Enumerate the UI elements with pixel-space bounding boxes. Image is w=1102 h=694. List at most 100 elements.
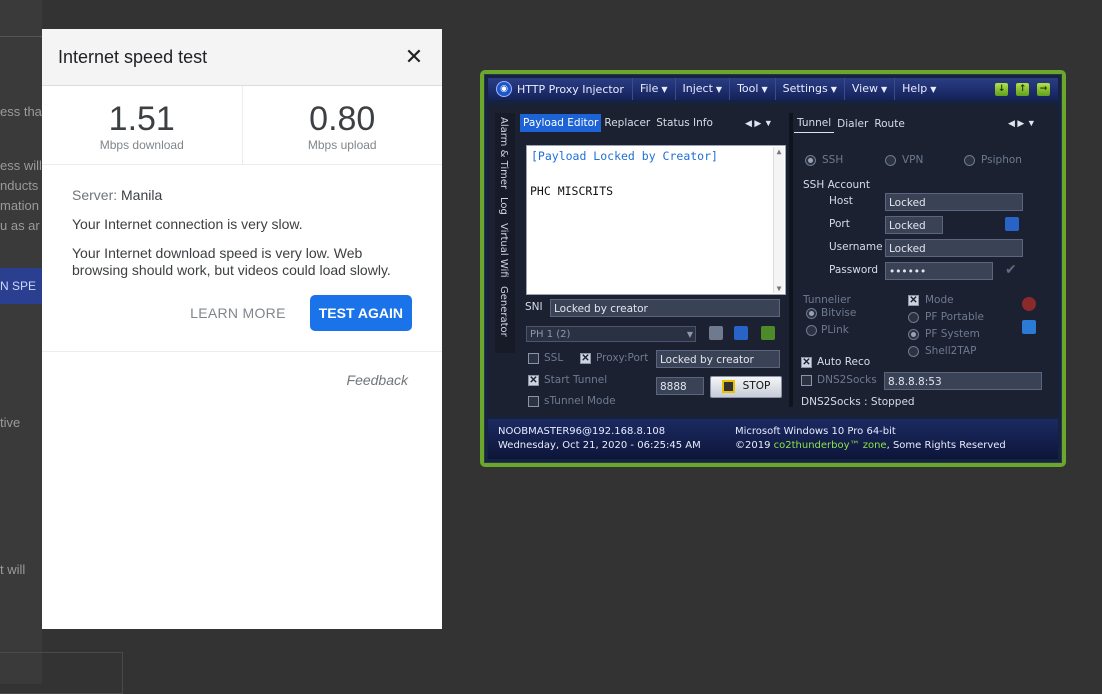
background-text: tive <box>0 415 21 430</box>
pf-portable-label: PF Portable <box>925 311 985 323</box>
menu-tool[interactable]: Tool ▼ <box>729 78 775 100</box>
stop-button[interactable]: STOP <box>710 376 782 398</box>
stop-button-label: STOP <box>742 380 771 392</box>
check-icon[interactable]: ✔ <box>1005 262 1017 278</box>
payload-scrollbar[interactable]: ▲ ▼ <box>773 147 784 293</box>
port-input[interactable]: 8888 <box>656 377 704 395</box>
menu-settings[interactable]: Settings ▼ <box>774 78 844 100</box>
username-label: Username <box>829 241 883 253</box>
payload-editor[interactable]: [Payload Locked by Creator] PHC MISCRITS… <box>526 145 786 295</box>
window-title: HTTP Proxy Injector <box>517 82 624 96</box>
menu-label: Help <box>902 82 928 95</box>
vpn-label: VPN <box>902 154 924 166</box>
background-button[interactable]: N SPE <box>0 268 42 304</box>
tab-log[interactable]: Log <box>495 193 512 219</box>
sni-label: SNI <box>525 301 543 313</box>
menu-help[interactable]: Help ▼ <box>894 78 943 100</box>
proxy-port-label: Proxy:Port <box>596 352 649 364</box>
tab-payload-editor[interactable]: Payload Editor <box>520 114 602 132</box>
caret-down-icon: ▼ <box>881 85 888 94</box>
port-label: Port <box>829 218 850 230</box>
proxy-injector-inner: ◉ HTTP Proxy Injector File ▼ Inject ▼ Tool… <box>484 74 1062 463</box>
record-icon[interactable] <box>1022 297 1036 311</box>
pf-system-radio[interactable] <box>908 329 919 340</box>
ssh-account-label: SSH Account <box>803 179 870 191</box>
speed-test-dialog: Internet speed test ✕ 1.51 Mbps download… <box>42 29 442 629</box>
learn-more-button[interactable]: LEARN MORE <box>190 305 286 321</box>
vpn-radio[interactable] <box>885 155 896 166</box>
trash-icon[interactable] <box>761 326 775 340</box>
left-tab-strip: Payload Editor Replacer Status Info <box>520 114 716 132</box>
dns2socks-checkbox[interactable] <box>801 375 812 386</box>
background-text: ess will <box>0 158 42 173</box>
password-input[interactable]: •••••• <box>885 262 993 280</box>
username-input[interactable]: Locked <box>885 239 1023 257</box>
speed-message-2: Your Internet download speed is very low… <box>72 245 391 278</box>
bitvise-radio[interactable] <box>806 308 817 319</box>
save-icon[interactable] <box>734 326 748 340</box>
refresh-icon[interactable] <box>1022 320 1036 334</box>
menu-inject[interactable]: Inject ▼ <box>674 78 730 100</box>
download-value: 1.51 <box>108 100 175 138</box>
speed-message-1: Your Internet connection is very slow. <box>72 216 303 232</box>
stunnel-checkbox[interactable] <box>528 396 539 407</box>
auto-reco-checkbox[interactable]: ✕ <box>801 357 812 368</box>
profile-select-value: PH 1 (2) <box>530 329 571 340</box>
tab-tunnel[interactable]: Tunnel <box>794 114 835 133</box>
tab-generator[interactable]: Generator <box>495 282 512 341</box>
upload-unit: Mbps upload <box>307 138 377 152</box>
panel-divider <box>789 113 793 407</box>
close-icon[interactable]: ✕ <box>402 46 426 68</box>
auto-reco-label: Auto Reco <box>817 356 871 368</box>
forward-icon[interactable]: → <box>1037 82 1050 96</box>
dns2socks-label: DNS2Socks <box>817 374 877 386</box>
tab-dialer[interactable]: Dialer <box>834 115 871 133</box>
footer-datetime: Wednesday, Oct 21, 2020 - 06:25:45 AM <box>498 440 701 451</box>
plink-radio[interactable] <box>806 325 817 336</box>
tab-replacer[interactable]: Replacer <box>601 114 653 132</box>
sim-card-icon[interactable] <box>709 326 723 340</box>
test-again-button[interactable]: TEST AGAIN <box>309 295 412 331</box>
proxy-port-checkbox[interactable]: ✕ <box>580 353 591 364</box>
ssh-radio[interactable] <box>805 155 816 166</box>
ssl-checkbox[interactable] <box>528 353 539 364</box>
mode-label: Mode <box>925 294 954 306</box>
footer-user: NOOBMASTER96@192.168.8.108 <box>498 426 666 437</box>
tab-status-info[interactable]: Status Info <box>653 114 716 132</box>
menu-file[interactable]: File ▼ <box>631 78 675 100</box>
profile-select[interactable]: PH 1 (2) ▼ <box>526 326 696 342</box>
footer-os: Microsoft Windows 10 Pro 64-bit <box>735 426 896 437</box>
tab-scroll-arrows-icon[interactable]: ◀ ▶ ▼ <box>745 118 773 129</box>
minimize-icon[interactable]: ↓ <box>995 82 1008 96</box>
payload-line: PHC MISCRITS <box>530 184 614 198</box>
tab-route[interactable]: Route <box>871 115 907 133</box>
proxy-input[interactable]: Locked by creator <box>656 350 780 368</box>
maximize-icon[interactable]: ↑ <box>1016 82 1029 96</box>
background-text: nducts <box>0 178 39 193</box>
menu-view[interactable]: View ▼ <box>843 78 894 100</box>
app-icon: ◉ <box>496 81 512 97</box>
ssh-port-input[interactable]: Locked <box>885 216 943 234</box>
window-controls: ↓ ↑ → <box>995 82 1058 96</box>
psiphon-label: Psiphon <box>981 154 1022 166</box>
shell2tap-radio[interactable] <box>908 346 919 357</box>
background-button-label: N SPE <box>0 279 37 293</box>
feedback-link[interactable]: Feedback <box>347 372 408 388</box>
save-icon[interactable] <box>1005 217 1019 231</box>
tab-scroll-arrows-icon[interactable]: ◀ ▶ ▼ <box>1008 118 1036 129</box>
sni-input[interactable]: Locked by creator <box>550 299 780 317</box>
title-bar[interactable]: ◉ HTTP Proxy Injector File ▼ Inject ▼ Tool… <box>488 78 1058 100</box>
menu-label: Inject <box>682 82 713 95</box>
host-input[interactable]: Locked <box>885 193 1023 211</box>
tab-virtual-wifi[interactable]: Virtual Wifi <box>495 219 512 282</box>
download-unit: Mbps download <box>99 138 184 152</box>
footer-brand-link[interactable]: co2thunderboy™ zone <box>774 440 887 451</box>
start-tunnel-checkbox[interactable]: ✕ <box>528 375 539 386</box>
pf-portable-radio[interactable] <box>908 312 919 323</box>
tab-alarm-timer[interactable]: Alarm & Timer <box>495 113 512 193</box>
host-label: Host <box>829 195 853 207</box>
stunnel-label: sTunnel Mode <box>544 395 616 407</box>
psiphon-radio[interactable] <box>964 155 975 166</box>
dns-input[interactable]: 8.8.8.8:53 <box>884 372 1042 390</box>
mode-checkbox[interactable]: ✕ <box>908 295 919 306</box>
